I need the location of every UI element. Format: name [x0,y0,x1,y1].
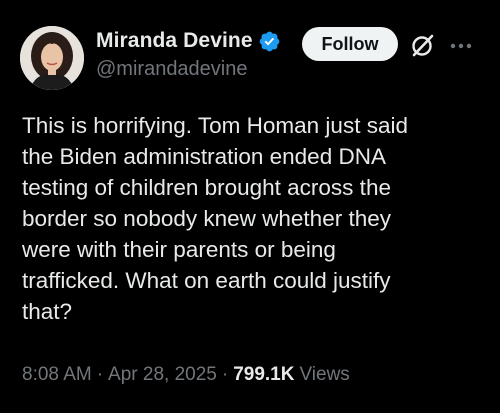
more-icon[interactable] [450,38,472,49]
tweet-text: This is horrifying. Tom Homan just said … [22,113,408,324]
grok-icon[interactable] [410,32,436,58]
tweet-time[interactable]: 8:08 AM [22,364,92,386]
name-row: Miranda Devine [96,26,281,56]
tweet-meta: 8:08 AM · Apr 28, 2025 · 799.1K Views [22,364,350,386]
avatar[interactable] [20,26,84,90]
tweet-date[interactable]: Apr 28, 2025 [108,364,217,386]
views-count[interactable]: 799.1K [233,364,294,386]
follow-button[interactable]: Follow [302,27,398,61]
display-name[interactable]: Miranda Devine [96,29,253,53]
views-label: Views [299,364,350,385]
meta-separator: · [221,364,229,385]
verified-badge-icon [258,30,281,53]
handle[interactable]: @mirandadevine [96,58,281,81]
meta-separator: · [96,364,104,385]
author-block: Miranda Devine @mirandadevine [96,26,281,81]
avatar-image [20,26,84,90]
tweet-card: Miranda Devine @mirandadevine Follow Thi… [0,0,500,413]
